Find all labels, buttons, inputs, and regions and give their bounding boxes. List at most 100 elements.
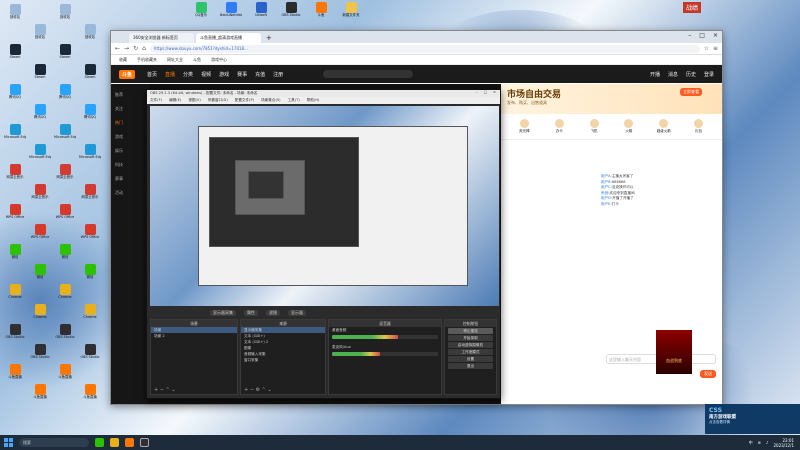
obs-preview[interactable] [150,106,499,306]
minimize-icon[interactable]: – [476,90,478,94]
sidebar-item[interactable]: 关注 [111,102,149,116]
desktop-icon[interactable]: Chrome [29,304,51,319]
up-icon[interactable]: ⌃ [262,387,266,393]
desktop-icon[interactable]: OBS Studio [79,344,101,359]
sidebar-item[interactable]: 活动 [111,186,149,200]
desktop-icon[interactable]: QQ音乐 [190,2,212,17]
desktop-icon[interactable]: OBS Studio [280,2,302,17]
site-nav-item[interactable]: 注册 [273,72,283,78]
desktop-icon[interactable]: WPS Office [79,224,101,239]
desktop-icon[interactable]: 腾讯QQ [79,104,101,119]
chat-nick[interactable]: 用户B: [601,180,612,184]
chrome-icon[interactable] [110,438,119,447]
desktop-icon[interactable]: 回收站 [29,24,51,39]
remove-icon[interactable]: − [250,387,254,393]
start-icon[interactable] [4,438,13,447]
gift-item[interactable]: 礼包 [692,119,706,134]
site-nav-item[interactable]: 首页 [147,72,157,78]
desktop-icon[interactable]: Steam [54,44,76,59]
control-button[interactable]: 设置 [448,356,493,362]
gear-icon[interactable]: ⚙ [256,387,260,393]
obs-menu-item[interactable]: 文件(F) [150,98,162,103]
desktop-icon[interactable]: OBS Studio [4,324,26,339]
desktop-icon[interactable]: 斗鱼直播 [29,384,51,399]
desktop-icon[interactable]: Microsoft Edge [4,124,26,139]
volume-meter[interactable] [332,352,380,356]
bookmark-item[interactable]: 游戏中心 [211,57,227,63]
site-nav-item[interactable]: 视频 [201,72,211,78]
url-input[interactable]: https://www.douyu.com/7851?dyshid=17018.… [149,44,700,53]
ad-tile[interactable]: 血战到底 [656,330,692,374]
notification-toast[interactable]: CSS 南方游戏联盟 点击查看详情 [705,404,800,434]
taskbar-search[interactable]: 搜索 [19,438,89,447]
promo-button[interactable]: 立即查看 [680,88,702,96]
chat-nick[interactable]: 用户C: [601,185,612,189]
site-right-item[interactable]: 消息 [668,71,678,78]
add-icon[interactable]: + [154,387,158,393]
desktop-icon[interactable]: 微信 [4,244,26,259]
control-button[interactable]: 工作室模式 [448,349,493,355]
send-button[interactable]: 发送 [700,370,716,378]
desktop-icon[interactable]: 回收站 [4,4,26,19]
up-icon[interactable]: ⌃ [166,387,170,393]
close-icon[interactable]: × [713,32,718,39]
menu-icon[interactable]: ≡ [713,45,718,52]
gift-item[interactable]: 火箭 [622,119,636,134]
home-icon[interactable]: ⌂ [142,45,146,52]
obs-source-tool[interactable]: 属性 [244,309,258,316]
desktop-icon[interactable]: 微信 [54,244,76,259]
desktop-icon[interactable]: OBS Studio [29,344,51,359]
site-right-item[interactable]: 开播 [650,71,660,78]
close-icon[interactable]: × [493,90,496,94]
desktop-icon[interactable]: 微信 [29,264,51,279]
sidebar-item[interactable]: 科技 [111,158,149,172]
obs-menu-item[interactable]: 帮助(H) [307,98,320,103]
maximize-icon[interactable]: □ [484,90,487,94]
desktop-icon[interactable]: 斗鱼 [310,2,332,17]
forward-icon[interactable]: → [124,45,129,52]
desktop-icon[interactable]: Steam [29,64,51,79]
gift-item[interactable]: 超级火箭 [657,119,671,134]
wifi-icon[interactable]: ≋ [758,440,761,445]
control-button[interactable]: 开始录制 [448,335,493,341]
site-right-item[interactable]: 历史 [686,71,696,78]
control-button[interactable]: 退出 [448,363,493,369]
volume-icon[interactable]: ♪ [766,440,769,445]
site-nav-item[interactable]: 充值 [255,72,265,78]
obs-menu-item[interactable]: 工具(T) [288,98,300,103]
desktop-icon[interactable]: Ubisoft [250,2,272,17]
site-nav-item[interactable]: 游戏 [219,72,229,78]
gift-item[interactable]: 飞机 [587,119,601,134]
sidebar-item[interactable]: 热门 [111,116,149,130]
obs-menu-item[interactable]: 停靠窗口(D) [208,98,228,103]
desktop-icon[interactable]: Microsoft Edge [79,144,101,159]
desktop-icon[interactable]: Chrome [4,284,26,299]
site-search-input[interactable] [323,70,414,78]
chat-nick[interactable]: 用户A: [601,174,612,178]
lang-indicator[interactable]: 中 [749,440,753,446]
maximize-icon[interactable]: □ [699,32,705,39]
desktop-icon[interactable]: 网易云音乐 [54,164,76,179]
site-logo[interactable]: 斗鱼 [119,69,136,79]
desktop-icon[interactable]: 斗鱼直播 [79,384,101,399]
douyu-icon[interactable] [125,438,134,447]
desktop-icon[interactable]: 新建文件夹 [340,2,362,17]
tab-douyu[interactable]: 斗鱼直播_超清游戏直播 [196,33,261,43]
desktop-icon[interactable]: 网易云音乐 [29,184,51,199]
desktop-icon[interactable]: Chrome [54,284,76,299]
chat-nick[interactable]: 用户D: [601,196,612,200]
gift-item[interactable]: 荧光棒 [517,119,531,134]
desktop-icon[interactable]: OBS Studio [54,324,76,339]
minimize-icon[interactable]: – [688,32,691,39]
wechat-icon[interactable] [95,438,104,447]
sidebar-item[interactable]: 游戏 [111,130,149,144]
desktop-icon[interactable]: 网易云音乐 [79,184,101,199]
desktop-icon[interactable]: BaiduNetdisk [220,2,242,17]
down-icon[interactable]: ⌄ [267,387,271,393]
obs-menu-item[interactable]: 配置文件(P) [235,98,254,103]
desktop-icon[interactable]: 腾讯QQ [4,84,26,99]
desktop-icon[interactable]: 斗鱼直播 [4,364,26,379]
add-icon[interactable]: + [244,387,248,393]
site-nav-item[interactable]: 赛事 [237,72,247,78]
source-item[interactable]: 窗口采集 [241,357,325,363]
